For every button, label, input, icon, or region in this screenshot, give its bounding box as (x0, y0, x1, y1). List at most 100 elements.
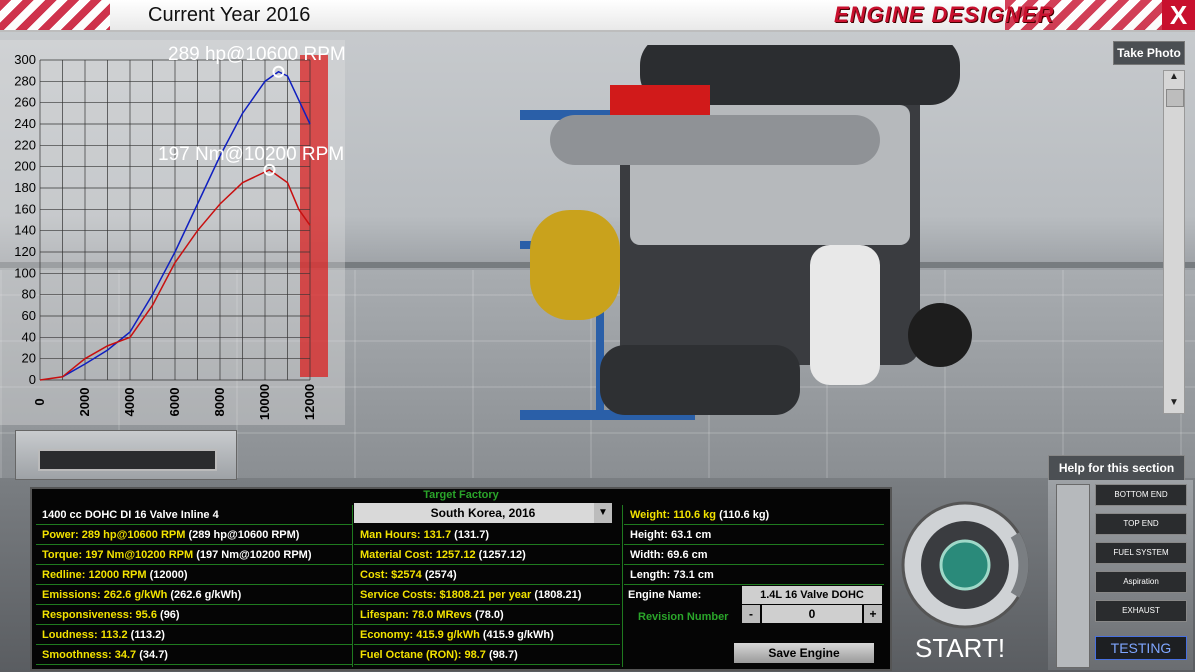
stat-label-value: Redline: (42, 569, 86, 581)
revision-plus-button[interactable]: + (864, 605, 882, 623)
stat-extra: (96) (160, 609, 180, 621)
testing-button[interactable]: TESTING (1095, 636, 1187, 660)
slot (38, 449, 217, 471)
title-bar: Current Year 2016 ENGINE DESIGNER X (0, 0, 1195, 32)
x-tick-label: 2000 (77, 388, 92, 417)
stat-label-value: Loudness: (42, 629, 98, 641)
take-photo-button[interactable]: Take Photo (1113, 41, 1185, 65)
cost-extra: (415.9 g/kWh) (482, 629, 554, 641)
cost-value: 1257.12 (435, 549, 476, 561)
x-tick-label: 10000 (257, 384, 272, 420)
dyno-chart: 0 20 40 60 80 100 120 140 160 180 200 220 240 260 280 3… (0, 40, 345, 425)
target-factory-select[interactable]: South Korea, 2016 ▼ (354, 503, 612, 523)
x-tick-label: 8000 (212, 388, 227, 417)
cost-label-value: Lifespan: (360, 609, 409, 621)
stat-label-value: Responsiveness: (42, 609, 133, 621)
scroll-thumb[interactable] (1166, 89, 1184, 107)
start-button[interactable]: START! (895, 495, 1035, 670)
stat-extra: (262.6 g/kWh) (170, 589, 242, 601)
y-tick-label: 220 (14, 137, 36, 152)
x-tick-label: 0 (32, 398, 47, 405)
stat-label-value: Torque: (42, 549, 83, 561)
y-tick-label: 280 (14, 73, 36, 88)
stat-value: 12000 RPM (88, 569, 147, 581)
peak-annotation: 289 hp@10600 RPM (168, 44, 345, 65)
revision-value[interactable]: 0 (762, 605, 862, 623)
nav-button-top-end[interactable]: TOP END (1095, 513, 1187, 535)
cost-label-value: Fuel Octane (RON): (360, 649, 462, 661)
viewport-scrollbar[interactable]: ▲ ▼ (1163, 70, 1185, 414)
engine-name-field[interactable]: 1.4L 16 Valve DOHC (742, 586, 882, 604)
target-factory-value: South Korea, 2016 (430, 506, 536, 520)
cost-label-value: Cost: (360, 569, 389, 581)
left-stripes (0, 0, 110, 30)
save-engine-button[interactable]: Save Engine (734, 643, 874, 663)
column-divider (622, 505, 623, 667)
stat-extra: (34.7) (139, 649, 168, 661)
stat-value: 113.2 (100, 629, 128, 641)
stat-value: 289 hp@10600 RPM (81, 529, 186, 541)
y-tick-label: 240 (14, 116, 36, 131)
y-tick-label: 140 (14, 223, 36, 238)
chevron-down-icon[interactable]: ▼ (594, 503, 612, 523)
cost-extra: (78.0) (474, 609, 504, 621)
cost-value: 415.9 g/kWh (416, 629, 480, 641)
revision-minus-button[interactable]: - (742, 605, 760, 623)
panel-rail (1056, 484, 1090, 668)
column-divider (352, 505, 353, 667)
help-button[interactable]: Help for this section (1048, 455, 1185, 481)
cost-extra: (1257.12) (478, 549, 526, 561)
revision-stepper[interactable]: - 0 + (742, 605, 882, 623)
cost-row: Fuel Octane (RON): 98.7 (98.7) (354, 645, 620, 665)
cost-extra: (98.7) (489, 649, 518, 661)
cost-extra: (1808.21) (534, 589, 582, 601)
y-tick-label: 80 (22, 287, 36, 302)
nav-button-exhaust[interactable]: EXHAUST (1095, 600, 1187, 622)
dimension-label: Width: (630, 549, 665, 561)
stat-row: Emissions: 262.6 g/kWh (262.6 g/kWh) (36, 585, 352, 605)
y-tick-label: 260 (14, 95, 36, 110)
stat-row: Power: 289 hp@10600 RPM (289 hp@10600 RP… (36, 525, 352, 545)
cost-label-value: Man Hours: (360, 529, 421, 541)
start-dial-icon (901, 501, 1029, 629)
stat-value: 197 Nm@10200 RPM (85, 549, 194, 561)
nav-button-fuel-system[interactable]: FUEL SYSTEM (1095, 542, 1187, 564)
engine-viewport[interactable]: Take Photo ▲ ▼ 0 20 40 60 80 100 120 140 160 180 2… (0, 0, 1195, 480)
y-tick-label: 0 (29, 372, 36, 387)
engine-summary: 1400 cc DOHC DI 16 Valve Inline 4 (36, 505, 352, 525)
stat-extra: (197 Nm@10200 RPM) (196, 549, 312, 561)
nav-button-aspiration[interactable]: Aspiration (1095, 571, 1187, 593)
dimension-value: 110.6 kg (673, 509, 717, 521)
target-factory-label: Target Factory (423, 489, 499, 501)
stat-value: 34.7 (114, 649, 137, 661)
dimension-extra: (110.6 kg) (719, 509, 770, 521)
cost-value: $2574 (391, 569, 422, 581)
revision-label: Revision Number (638, 611, 729, 623)
cost-value: 131.7 (423, 529, 452, 541)
engine-model[interactable] (520, 45, 980, 425)
close-button[interactable]: X (1162, 0, 1195, 30)
cost-label-value: Service Costs: (360, 589, 437, 601)
dimension-label: Weight: (630, 509, 671, 521)
stats-table: Target Factory 1400 cc DOHC DI 16 Valve … (30, 487, 892, 671)
scroll-down-icon[interactable]: ▼ (1164, 397, 1184, 413)
dimension-row: Weight: 110.6 kg (110.6 kg) (624, 505, 884, 525)
cost-value: $1808.21 per year (439, 589, 532, 601)
cost-value: 78.0 MRevs (411, 609, 472, 621)
stat-row: Torque: 197 Nm@10200 RPM (197 Nm@10200 R… (36, 545, 352, 565)
nav-button-bottom-end[interactable]: BOTTOM END (1095, 484, 1187, 506)
cost-label-value: Material Cost: (360, 549, 433, 561)
dimension-value: 73.1 cm (673, 569, 714, 581)
dimension-row: Height: 63.1 cm (624, 525, 884, 545)
dimension-value: 69.6 cm (667, 549, 708, 561)
stat-value: 262.6 g/kWh (103, 589, 168, 601)
y-tick-label: 100 (14, 265, 36, 280)
cost-extra: (2574) (424, 569, 457, 581)
y-tick-label: 200 (14, 159, 36, 174)
stat-extra: (113.2) (130, 629, 165, 641)
x-tick-label: 4000 (122, 388, 137, 417)
scroll-up-icon[interactable]: ▲ (1164, 71, 1184, 87)
cost-extra: (131.7) (454, 529, 490, 541)
cost-row: Service Costs: $1808.21 per year (1808.2… (354, 585, 620, 605)
stat-extra: (12000) (149, 569, 188, 581)
